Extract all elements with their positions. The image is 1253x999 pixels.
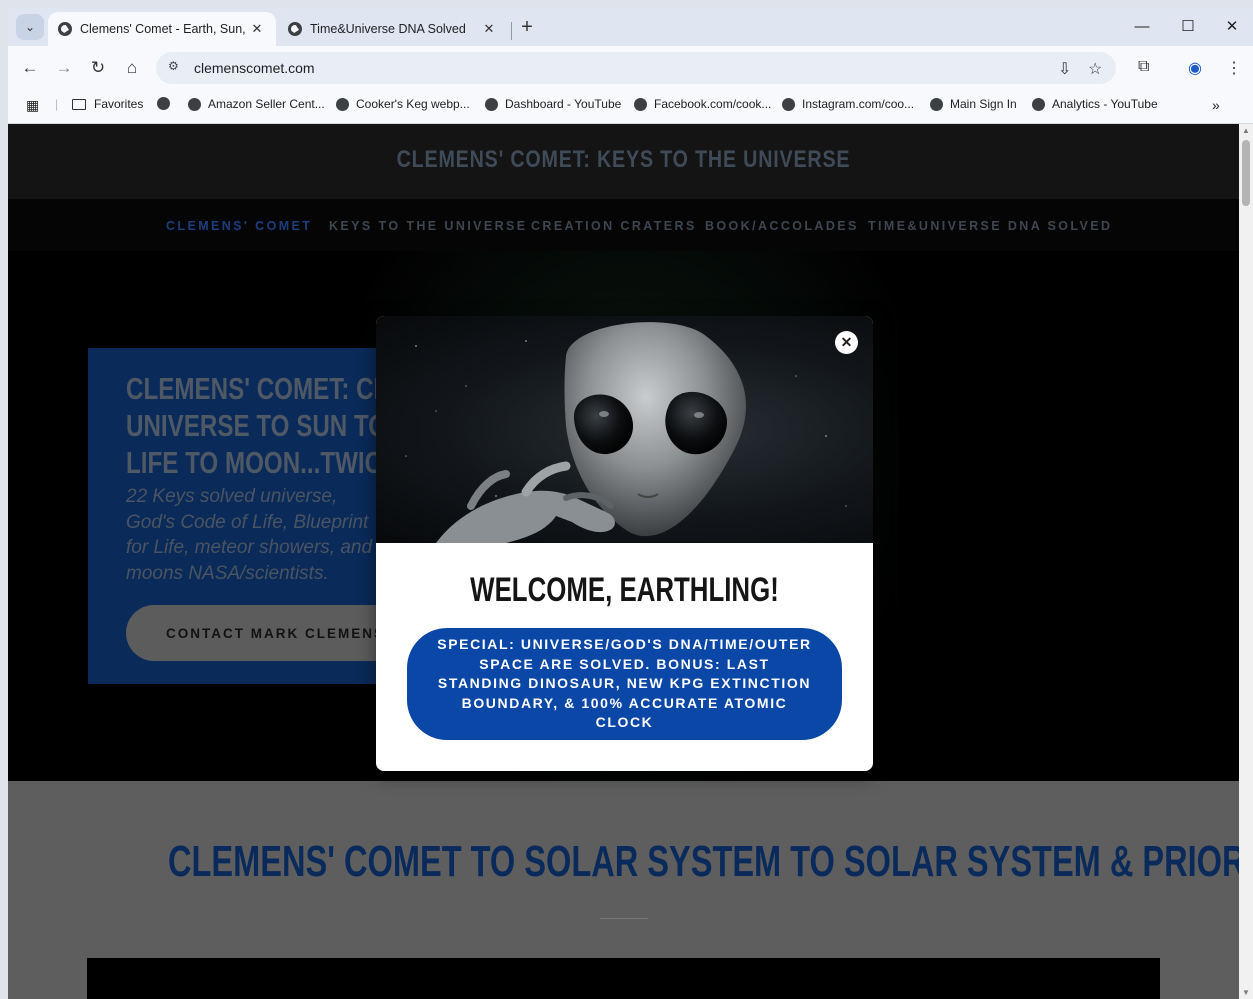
bookmark-label: Favorites xyxy=(94,97,144,111)
tab-strip: ⌄ Clemens' Comet - Earth, Sun, Ea ✕ Time… xyxy=(8,8,1253,46)
folder-icon xyxy=(72,98,86,110)
back-button[interactable]: ← xyxy=(18,56,42,80)
extensions-icon[interactable]: ⧉ xyxy=(1138,58,1149,76)
special-offer-button[interactable]: SPECIAL: UNIVERSE/GOD'S DNA/TIME/OUTER S… xyxy=(407,628,842,740)
minimize-button[interactable]: — xyxy=(1120,14,1164,40)
bookmark-dashboard-youtube[interactable]: Dashboard - YouTube xyxy=(485,97,621,111)
tab-search-button[interactable]: ⌄ xyxy=(16,14,44,40)
bookmark-label: Dashboard - YouTube xyxy=(505,97,622,111)
close-tab-icon[interactable]: ✕ xyxy=(248,21,266,37)
scroll-down-icon[interactable]: ▼ xyxy=(1242,988,1250,997)
forward-button[interactable]: → xyxy=(52,56,76,80)
browser-toolbar: ← → ↻ ⌂ ⚙ clemenscomet.com ⇩ ☆ ⧉ ◉ ⋮ xyxy=(8,46,1253,90)
nav-clemens-comet[interactable]: CLEMENS' COMET xyxy=(166,219,312,233)
globe-icon xyxy=(930,97,943,111)
maximize-button[interactable]: ☐ xyxy=(1166,14,1210,40)
install-app-icon[interactable]: ⇩ xyxy=(1058,59,1071,79)
contact-button-label: CONTACT MARK CLEMENS xyxy=(166,626,385,641)
apps-icon[interactable]: ▦ xyxy=(26,97,39,114)
tab-divider xyxy=(511,22,512,40)
bookmark-analytics-youtube[interactable]: Analytics - YouTube xyxy=(1032,97,1158,111)
nav-creation-craters[interactable]: CREATION CRATERS xyxy=(531,219,697,233)
close-popup-button[interactable]: ✕ xyxy=(835,331,858,354)
reload-button[interactable]: ↻ xyxy=(86,56,110,80)
video-embed[interactable] xyxy=(87,958,1160,999)
solar-system-section: CLEMENS' COMET TO SOLAR SYSTEM TO SOLAR … xyxy=(8,781,1239,999)
alien-image: ✕ xyxy=(376,316,873,543)
bookmark-globe[interactable] xyxy=(157,97,177,110)
address-bar[interactable]: ⚙ clemenscomet.com ⇩ ☆ xyxy=(156,52,1116,84)
bookmark-star-icon[interactable]: ☆ xyxy=(1088,59,1102,79)
bookmark-divider: | xyxy=(55,97,59,111)
page-scrollbar[interactable]: ▲ ▼ xyxy=(1239,124,1253,999)
globe-icon xyxy=(1032,97,1045,111)
more-bookmarks-icon[interactable]: » xyxy=(1212,97,1220,113)
special-offer-label: SPECIAL: UNIVERSE/GOD'S DNA/TIME/OUTER S… xyxy=(437,636,812,731)
bookmark-label: Amazon Seller Cent... xyxy=(208,97,325,111)
welcome-popup: ✕ WELCOME, EARTHLING! SPECIAL: UNIVERSE/… xyxy=(376,316,873,771)
globe-icon xyxy=(58,22,72,36)
url-text[interactable]: clemenscomet.com xyxy=(194,60,315,76)
bookmark-label: Analytics - YouTube xyxy=(1052,97,1158,111)
nav-book-accolades[interactable]: BOOK/ACCOLADES xyxy=(705,219,859,233)
popup-heading: WELCOME, EARTHLING! xyxy=(470,571,779,609)
globe-icon xyxy=(188,97,201,111)
profile-icon[interactable]: ◉ xyxy=(1188,58,1202,78)
bookmark-favorites[interactable]: Favorites xyxy=(72,97,143,111)
tab-title: Time&Universe DNA Solved xyxy=(310,22,466,36)
globe-icon xyxy=(288,22,302,36)
bookmark-label: Main Sign In xyxy=(950,97,1017,111)
globe-icon xyxy=(336,97,349,111)
bookmark-amazon[interactable]: Amazon Seller Cent... xyxy=(188,97,325,111)
section-title: CLEMENS' COMET TO SOLAR SYSTEM TO SOLAR … xyxy=(168,837,1239,886)
globe-icon xyxy=(634,97,647,111)
new-tab-button[interactable]: + xyxy=(516,16,538,39)
hero-text: 22 Keys solved universe, God's Code of L… xyxy=(126,486,373,584)
nav-keys-to-the-universe[interactable]: KEYS TO THE UNIVERSE xyxy=(329,219,528,233)
globe-icon xyxy=(782,97,795,111)
site-title[interactable]: CLEMENS' COMET: KEYS TO THE UNIVERSE xyxy=(119,146,1128,174)
close-tab-icon[interactable]: ✕ xyxy=(480,21,498,37)
tab-time-universe[interactable]: Time&Universe DNA Solved ✕ xyxy=(278,12,508,46)
globe-icon xyxy=(485,97,498,111)
bookmark-facebook[interactable]: Facebook.com/cook... xyxy=(634,97,771,111)
globe-icon xyxy=(157,97,170,110)
site-navigation: CLEMENS' COMET KEYS TO THE UNIVERSE CREA… xyxy=(8,199,1239,251)
bookmark-label: Cooker's Keg webp... xyxy=(356,97,470,111)
site-header: CLEMENS' COMET: KEYS TO THE UNIVERSE xyxy=(8,124,1239,199)
bookmark-main-sign-in[interactable]: Main Sign In xyxy=(930,97,1017,111)
menu-icon[interactable]: ⋮ xyxy=(1226,58,1242,78)
close-window-button[interactable]: ✕ xyxy=(1210,14,1253,40)
site-info-icon[interactable]: ⚙ xyxy=(168,59,179,73)
bookmark-label: Instagram.com/coo... xyxy=(802,97,915,111)
section-divider xyxy=(600,918,648,919)
bookmarks-bar: ▦ | Favorites Amazon Seller Cent... Cook… xyxy=(8,90,1253,124)
scrollbar-thumb[interactable] xyxy=(1242,140,1250,206)
scroll-up-icon[interactable]: ▲ xyxy=(1242,126,1250,135)
tab-clemens-comet[interactable]: Clemens' Comet - Earth, Sun, Ea ✕ xyxy=(48,12,276,46)
nav-time-universe-dna[interactable]: TIME&UNIVERSE DNA SOLVED xyxy=(868,219,1112,233)
tab-title: Clemens' Comet - Earth, Sun, Ea xyxy=(80,22,248,36)
bookmark-label: Facebook.com/cook... xyxy=(654,97,772,111)
home-button[interactable]: ⌂ xyxy=(120,56,144,80)
bookmark-cookers-keg[interactable]: Cooker's Keg webp... xyxy=(336,97,470,111)
alien-illustration xyxy=(405,322,847,543)
bookmark-instagram[interactable]: Instagram.com/coo... xyxy=(782,97,914,111)
